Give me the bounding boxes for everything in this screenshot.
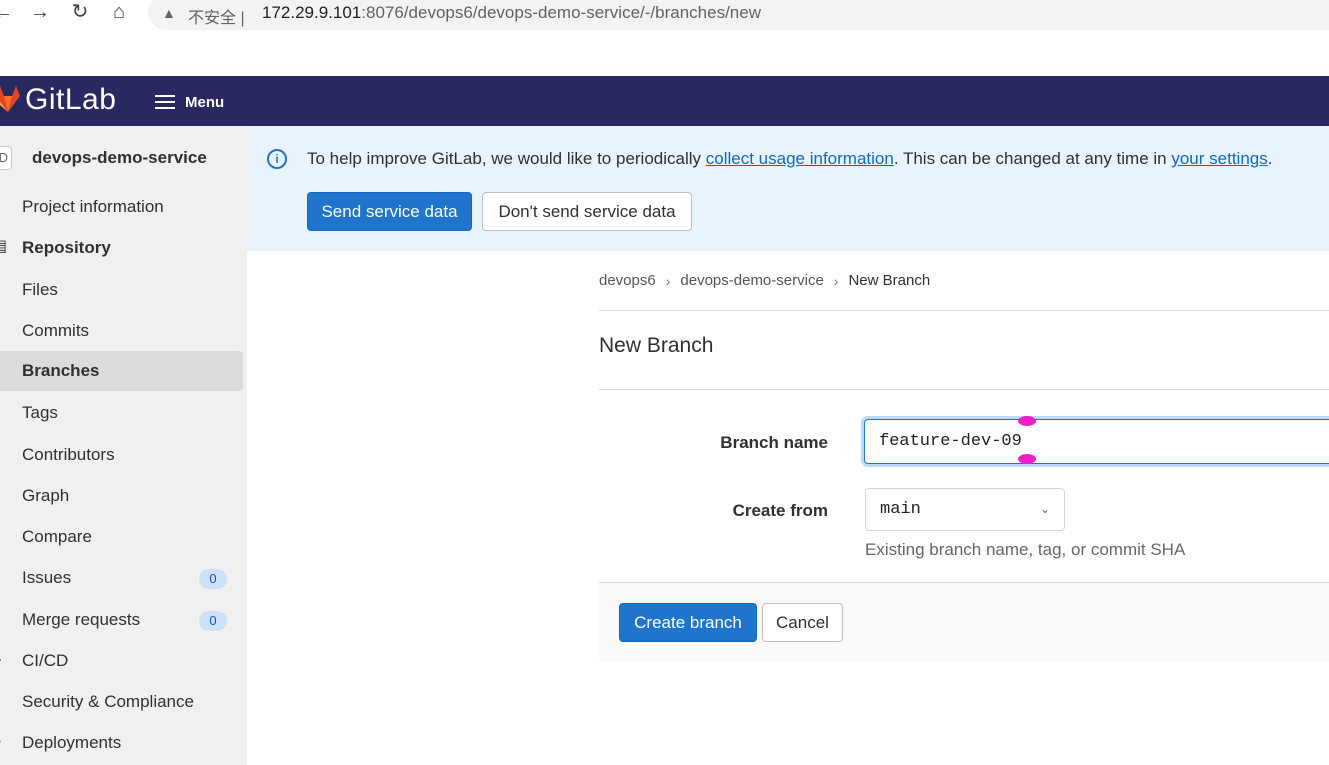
text-cursor-handle-top <box>1018 416 1036 426</box>
repository-icon: ▤ <box>0 238 10 256</box>
sidebar-item-label: Repository <box>22 238 111 257</box>
cancel-button[interactable]: Cancel <box>762 603 843 642</box>
sidebar-item-label: Commits <box>22 321 90 340</box>
forward-icon[interactable]: → <box>29 2 51 24</box>
create-from-help-text: Existing branch name, tag, or commit SHA <box>865 540 1186 559</box>
create-from-label: Create from <box>732 501 828 520</box>
page-title: New Branch <box>599 334 714 357</box>
sidebar-item-branches[interactable]: Branches <box>0 351 243 391</box>
branch-name-label: Branch name <box>720 433 828 452</box>
sidebar-item-label: Files <box>22 280 58 299</box>
sidebar-item-label: Project information <box>22 197 164 216</box>
sidebar-item-issues[interactable]: ◐ Issues 0 <box>0 558 243 598</box>
breadcrumb-current[interactable]: New Branch <box>848 272 930 289</box>
sidebar-item-label: Branches <box>22 361 100 380</box>
info-book-icon: ▯ <box>0 197 10 215</box>
sidebar-item-label: Security & Compliance <box>22 692 194 711</box>
create-from-dropdown[interactable]: main ⌄ <box>865 488 1065 531</box>
project-sidebar: D devops-demo-service ▯ Project informat… <box>0 126 247 765</box>
warning-icon: ▲ <box>162 5 176 21</box>
banner-message: To help improve GitLab, we would like to… <box>307 149 1273 168</box>
home-icon[interactable]: ⌂ <box>108 2 130 24</box>
sidebar-item-compare[interactable]: Compare <box>0 517 243 557</box>
sidebar-item-label: Graph <box>22 486 70 505</box>
usage-data-banner: i To help improve GitLab, we would like … <box>247 126 1329 251</box>
browser-toolbar: ← → ↻ ⌂ ▲ 不安全 | 172.29.9.101:8076/devops… <box>0 0 1329 76</box>
deployments-icon: ◑ <box>0 733 10 751</box>
issues-count-badge: 0 <box>199 569 227 589</box>
gitlab-logo-icon[interactable] <box>0 84 22 114</box>
breadcrumb-project[interactable]: devops-demo-service <box>680 272 823 289</box>
sidebar-item-commits[interactable]: Commits <box>0 311 243 351</box>
menu-label: Menu <box>185 93 225 111</box>
info-icon: i <box>267 149 287 169</box>
chevron-right-icon: › <box>833 272 839 289</box>
url-text[interactable]: 172.29.9.101:8076/devops6/devops-demo-se… <box>262 3 761 23</box>
breadcrumb-group[interactable]: devops6 <box>599 272 656 289</box>
divider <box>599 310 1329 311</box>
address-bar[interactable]: ▲ 不安全 | 172.29.9.101:8076/devops6/devops… <box>148 0 1329 30</box>
sidebar-item-label: Issues <box>22 568 72 587</box>
project-avatar: D <box>0 146 12 170</box>
form-actions: Create branch Cancel <box>599 582 1329 662</box>
reload-icon[interactable]: ↻ <box>69 2 91 24</box>
sidebar-item-tags[interactable]: Tags <box>0 393 243 433</box>
back-icon[interactable]: ← <box>0 2 14 24</box>
sidebar-item-cicd[interactable]: ⌁ CI/CD <box>0 641 243 681</box>
sidebar-item-repository[interactable]: ▤ Repository <box>0 228 243 268</box>
sidebar-item-graph[interactable]: Graph <box>0 476 243 516</box>
rocket-icon: ⌁ <box>0 651 10 669</box>
chevron-down-icon: ⌄ <box>1039 502 1050 516</box>
sidebar-item-deployments[interactable]: ◑ Deployments <box>0 723 243 763</box>
sidebar-item-project-information[interactable]: ▯ Project information <box>0 187 243 227</box>
dont-send-service-data-button[interactable]: Don't send service data <box>482 192 692 231</box>
sidebar-item-label: Deployments <box>22 733 122 752</box>
security-label: 不安全 | <box>188 10 245 27</box>
gitlab-header: GitLab Menu <box>0 76 1329 126</box>
send-service-data-button[interactable]: Send service data <box>307 192 472 231</box>
menu-button[interactable]: Menu <box>155 91 224 113</box>
sidebar-project-header[interactable]: D devops-demo-service <box>0 140 247 176</box>
sidebar-item-security-compliance[interactable]: ◗ Security & Compliance <box>0 682 243 722</box>
hamburger-icon <box>155 95 175 109</box>
sidebar-item-files[interactable]: Files <box>0 270 243 310</box>
issues-icon: ◐ <box>0 568 10 586</box>
text-cursor-handle-bottom <box>1018 454 1036 464</box>
branch-name-input[interactable]: feature-dev-09 <box>864 419 1329 464</box>
your-settings-link[interactable]: your settings <box>1171 149 1267 168</box>
sidebar-item-label: Compare <box>22 527 92 546</box>
merge-request-icon: ʅ <box>0 610 10 628</box>
merge-requests-count-badge: 0 <box>199 611 227 631</box>
sidebar-item-label: CI/CD <box>22 651 69 670</box>
create-branch-button[interactable]: Create branch <box>619 603 757 642</box>
create-from-value: main <box>880 500 921 519</box>
sidebar-item-label: Contributors <box>22 445 115 464</box>
sidebar-item-merge-requests[interactable]: ʅ Merge requests 0 <box>0 600 243 640</box>
divider <box>599 389 1329 390</box>
project-name: devops-demo-service <box>32 148 207 167</box>
collect-usage-link[interactable]: collect usage information <box>706 149 894 168</box>
chevron-right-icon: › <box>665 272 671 289</box>
sidebar-item-label: Tags <box>22 403 58 422</box>
sidebar-item-label: Merge requests <box>22 610 141 629</box>
shield-icon: ◗ <box>0 692 10 710</box>
sidebar-item-contributors[interactable]: Contributors <box>0 435 243 475</box>
gitlab-logo-text[interactable]: GitLab <box>25 83 116 117</box>
breadcrumb: devops6 › devops-demo-service › New Bran… <box>599 272 930 289</box>
